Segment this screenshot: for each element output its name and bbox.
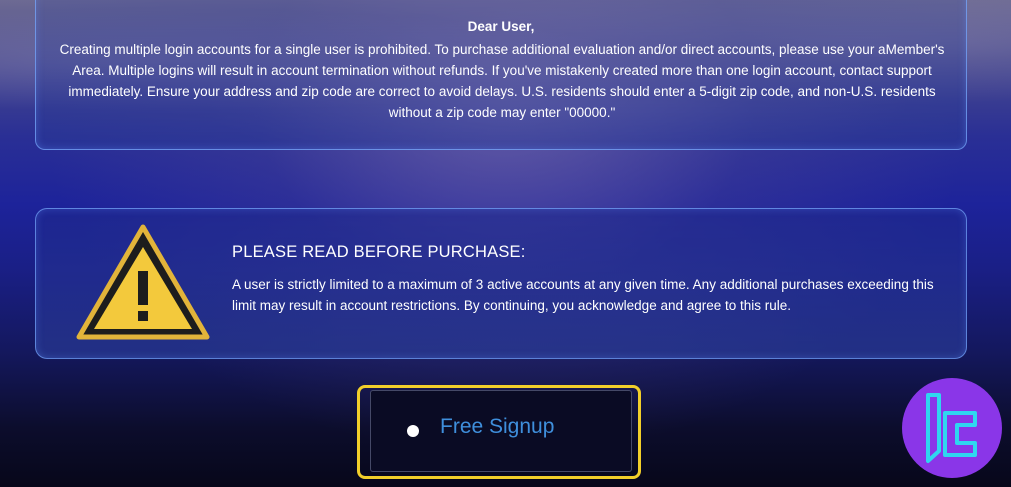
warning-text: A user is strictly limited to a maximum …	[232, 277, 934, 313]
free-signup-label: Free Signup	[440, 415, 555, 438]
notice-panel: Dear User, Creating multiple login accou…	[35, 0, 967, 150]
warning-triangle-icon	[76, 224, 210, 340]
notice-title: Dear User,	[467, 19, 535, 34]
warning-panel: PLEASE READ BEFORE PURCHASE: A user is s…	[35, 208, 967, 359]
warning-heading: PLEASE READ BEFORE PURCHASE:	[232, 243, 526, 261]
brand-logo-icon	[902, 378, 1002, 478]
notice-body: Creating multiple login accounts for a s…	[59, 42, 945, 120]
free-signup-button[interactable]: Free Signup	[370, 390, 632, 472]
radio-dot-icon	[407, 425, 419, 437]
